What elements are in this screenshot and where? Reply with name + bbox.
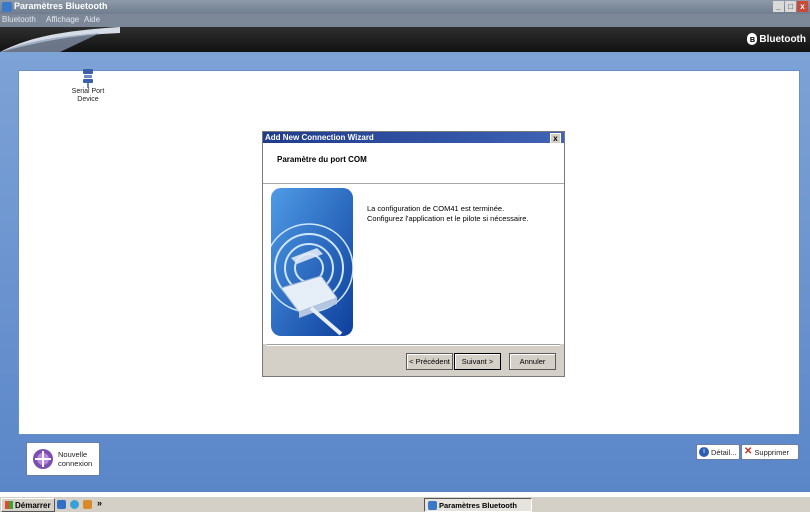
back-button[interactable]: < Précédent bbox=[406, 353, 453, 370]
windows-logo-icon bbox=[5, 501, 13, 509]
message-line-1: La configuration de COM41 est terminée. bbox=[367, 204, 505, 213]
wizard-dialog: Add New Connection Wizard x Paramètre du… bbox=[262, 131, 565, 377]
close-button[interactable]: x bbox=[797, 1, 808, 12]
serial-port-label-1: Serial Port bbox=[71, 88, 105, 95]
task-bluetooth-icon bbox=[428, 500, 437, 510]
dialog-titlebar[interactable]: Add New Connection Wizard x bbox=[263, 132, 564, 144]
task-label: Paramètres Bluetooth bbox=[439, 500, 517, 510]
taskbar: Démarrer » Paramètres Bluetooth bbox=[0, 496, 810, 512]
delete-x-icon: ✕ bbox=[744, 446, 753, 457]
menu-aide[interactable]: Aide bbox=[84, 15, 100, 24]
start-label: Démarrer bbox=[15, 500, 51, 510]
taskbar-task-bluetooth[interactable]: Paramètres Bluetooth bbox=[424, 498, 532, 512]
maximize-button[interactable]: □ bbox=[785, 1, 796, 12]
serial-port-label-2: Device bbox=[77, 96, 99, 103]
info-icon: i bbox=[699, 447, 709, 457]
detail-label: Détail... bbox=[711, 447, 737, 457]
dialog-title: Add New Connection Wizard bbox=[265, 133, 374, 142]
dialog-heading: Paramètre du port COM bbox=[277, 155, 367, 164]
next-button[interactable]: Suivant > bbox=[454, 353, 501, 370]
header-swoosh bbox=[0, 27, 120, 52]
bluetooth-brand: Bluetooth bbox=[759, 33, 806, 45]
quicklaunch-overflow[interactable]: » bbox=[97, 498, 102, 508]
new-connection-label-2: connexion bbox=[58, 459, 93, 468]
cancel-button[interactable]: Annuler bbox=[509, 353, 556, 370]
dialog-message: La configuration de COM41 est terminée. … bbox=[367, 204, 529, 224]
quicklaunch-media-icon[interactable] bbox=[83, 500, 92, 509]
menubar: Bluetooth Affichage Aide bbox=[0, 14, 810, 27]
message-line-2: Configurez l'application et le pilote si… bbox=[367, 214, 529, 223]
new-connection-label-1: Nouvelle bbox=[58, 450, 88, 459]
new-connection-button[interactable]: Nouvelle connexion bbox=[26, 442, 100, 476]
quicklaunch-ie-icon[interactable] bbox=[70, 500, 79, 509]
serial-port-icon bbox=[83, 69, 93, 88]
minimize-button[interactable]: _ bbox=[773, 1, 784, 12]
bluetooth-logo: ʙ Bluetooth bbox=[747, 33, 806, 45]
bluetooth-wave-illustration bbox=[271, 188, 353, 336]
dialog-header: Paramètre du port COM bbox=[263, 143, 564, 184]
bluetooth-app-icon bbox=[2, 2, 12, 12]
bluetooth-icon: ʙ bbox=[747, 33, 758, 45]
serial-port-device[interactable]: Serial Port Device bbox=[60, 68, 116, 104]
dialog-body: La configuration de COM41 est terminée. … bbox=[263, 184, 564, 344]
window-titlebar[interactable]: Paramètres Bluetooth _ □ x bbox=[0, 0, 810, 14]
menu-affichage[interactable]: Affichage bbox=[46, 15, 79, 24]
menu-bluetooth[interactable]: Bluetooth bbox=[2, 15, 36, 24]
detail-button[interactable]: i Détail... bbox=[696, 444, 740, 460]
quicklaunch-desktop-icon[interactable] bbox=[57, 500, 66, 509]
dialog-separator bbox=[267, 344, 560, 346]
window-title: Paramètres Bluetooth bbox=[14, 1, 108, 11]
start-button[interactable]: Démarrer bbox=[1, 498, 55, 512]
header-banner: ʙ Bluetooth bbox=[0, 27, 810, 52]
delete-button[interactable]: ✕ Supprimer bbox=[741, 444, 799, 460]
delete-label: Supprimer bbox=[754, 447, 789, 457]
new-connection-icon bbox=[33, 449, 53, 469]
